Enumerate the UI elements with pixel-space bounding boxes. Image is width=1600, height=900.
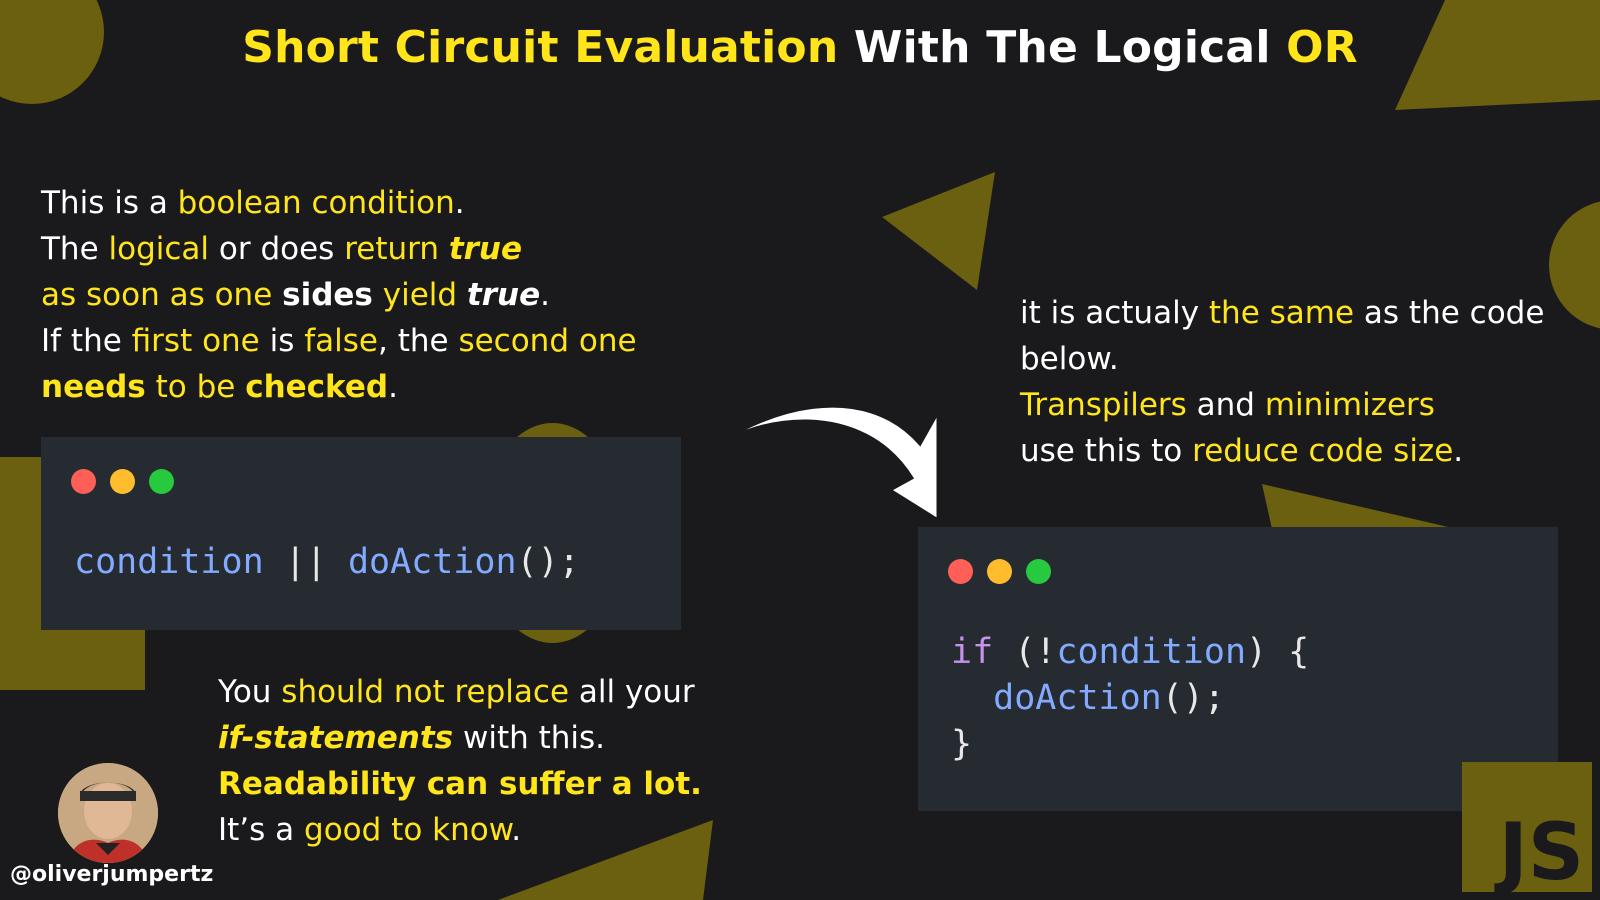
text: is	[259, 323, 305, 359]
text-highlight: should not replace	[281, 674, 570, 710]
left-line-3: as soon as one sides yield true.	[41, 272, 637, 318]
window-controls	[71, 469, 174, 494]
close-dot-icon	[71, 469, 96, 494]
text: it is actualy	[1020, 295, 1209, 331]
bottom-line-1: You should not replace all your	[218, 669, 702, 715]
code-snippet-2: if (!condition) { doAction(); }	[951, 629, 1309, 767]
code-token: ||	[263, 542, 348, 582]
avatar	[58, 763, 158, 863]
text-highlight: false	[304, 323, 378, 359]
text: You	[218, 674, 282, 710]
author-handle: @oliverjumpertz	[10, 862, 214, 887]
code-token: ();	[516, 542, 580, 582]
text: , the	[378, 323, 459, 359]
text: as the code	[1354, 295, 1545, 331]
text: It’s a	[218, 812, 305, 848]
text: .	[511, 812, 522, 848]
minimize-dot-icon	[110, 469, 135, 494]
text-highlight: true	[448, 231, 523, 267]
text-highlight: yield	[372, 277, 467, 313]
left-explanation: This is a boolean condition. The logical…	[41, 180, 637, 410]
code-snippet-1: condition || doAction();	[74, 539, 580, 585]
text-highlight: reduce code size	[1192, 433, 1454, 469]
text-highlight: Transpilers	[1020, 387, 1187, 423]
avatar-portrait-icon	[58, 763, 158, 863]
code-token: condition	[1056, 632, 1247, 672]
code-window-short-circuit: condition || doAction();	[41, 437, 681, 630]
right-line-4: use this to reduce code size.	[1020, 428, 1544, 474]
code-token: condition	[74, 542, 264, 582]
text-highlight: as soon as one	[41, 277, 283, 313]
left-line-1: This is a boolean condition.	[41, 180, 637, 226]
bottom-line-2: if-statements with this.	[218, 715, 702, 761]
code-token: ) {	[1246, 632, 1310, 672]
maximize-dot-icon	[149, 469, 174, 494]
text: and	[1186, 387, 1265, 423]
text: .	[540, 277, 550, 313]
text-highlight: to be	[145, 369, 246, 405]
text: If the	[41, 323, 132, 359]
text-highlight: return	[344, 231, 449, 267]
text: .	[388, 369, 398, 405]
bottom-line-3: Readability can suffer a lot.	[218, 766, 702, 802]
text-bold: true	[466, 277, 541, 313]
maximize-dot-icon	[1026, 559, 1051, 584]
right-line-2: below.	[1020, 341, 1119, 377]
text-highlight: minimizers	[1264, 387, 1435, 423]
decor-circle-right	[1549, 200, 1600, 330]
left-line-2: The logical or does return true	[41, 226, 637, 272]
code-token: (!	[993, 632, 1057, 672]
text-highlight: boolean condition	[177, 185, 455, 221]
code-token: if	[951, 632, 994, 672]
close-dot-icon	[948, 559, 973, 584]
bottom-line-4: It’s a good to know.	[218, 807, 702, 853]
code-token: doAction	[993, 678, 1162, 718]
code-token: doAction	[347, 542, 517, 582]
text-bold: checked	[245, 369, 389, 405]
text: .	[1453, 433, 1464, 469]
text: This is a	[41, 185, 178, 221]
left-line-5: needs to be checked.	[41, 364, 637, 410]
window-controls	[948, 559, 1051, 584]
right-explanation: it is actualy the same as the code below…	[1020, 290, 1544, 474]
text: with this.	[453, 720, 606, 756]
text-bold: sides	[282, 277, 373, 313]
text-highlight: second one	[458, 323, 637, 359]
text-highlight: logical	[108, 231, 210, 267]
curved-arrow-icon	[695, 404, 940, 523]
decor-triangle-mid	[882, 172, 995, 290]
right-line-1: it is actualy the same as the code	[1020, 290, 1544, 336]
text-bold: needs	[41, 369, 146, 405]
text-highlight: the same	[1208, 295, 1355, 331]
bottom-advice: You should not replace all your if-state…	[218, 669, 702, 853]
code-token: ();	[1161, 678, 1225, 718]
text: all your	[569, 674, 695, 710]
right-line-3: Transpilers and minimizers	[1020, 382, 1544, 428]
text: or does	[209, 231, 345, 267]
left-line-4: If the first one is false, the second on…	[41, 318, 637, 364]
minimize-dot-icon	[987, 559, 1012, 584]
title-part-2: With The Logical	[838, 22, 1287, 73]
text: The	[41, 231, 109, 267]
text: use this to	[1020, 433, 1193, 469]
text: .	[454, 185, 465, 221]
code-token: }	[951, 724, 973, 764]
text-highlight: good to know	[304, 812, 512, 848]
title-part-3: OR	[1286, 22, 1358, 73]
text-highlight: first one	[131, 323, 260, 359]
title-part-1: Short Circuit Evaluation	[242, 22, 839, 73]
js-logo: JS	[1462, 762, 1592, 892]
text-bold: if-statements	[218, 720, 454, 756]
page-title: Short Circuit Evaluation With The Logica…	[0, 22, 1600, 73]
